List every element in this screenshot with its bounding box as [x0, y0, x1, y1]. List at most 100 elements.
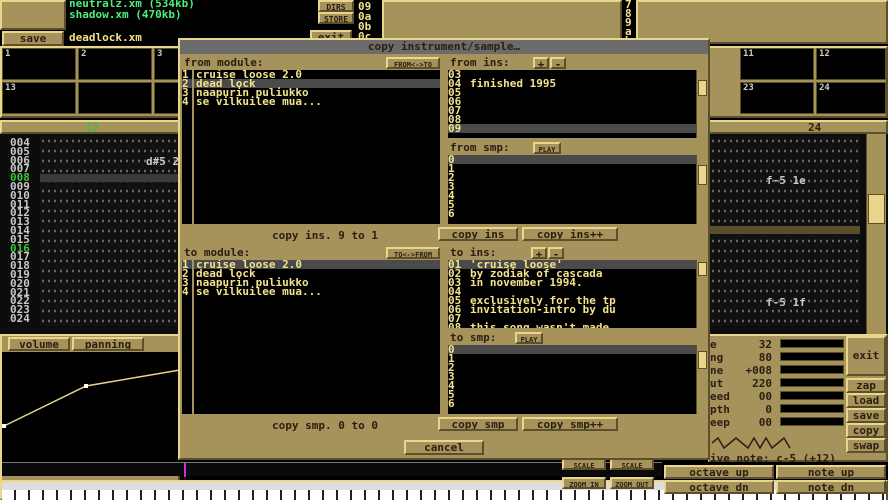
- scope-13[interactable]: 13: [2, 82, 76, 114]
- from-smp-item[interactable]: 0: [448, 155, 696, 165]
- to-ins-plus-button[interactable]: +: [531, 247, 547, 259]
- param-row[interactable]: eep 00: [710, 416, 846, 429]
- from-smp-item[interactable]: 2: [448, 172, 696, 183]
- from-module-item[interactable]: 4 se vilkuilee mua...: [182, 96, 440, 107]
- list-separator: [192, 70, 194, 224]
- scope-23[interactable]: 23: [740, 82, 814, 114]
- scope-11[interactable]: 11: [740, 48, 814, 80]
- to-smp-list[interactable]: 0123456: [448, 345, 696, 414]
- save-button[interactable]: save: [2, 31, 64, 46]
- from-smp-item[interactable]: 3: [448, 181, 696, 192]
- zoom-out-button[interactable]: ZOOM OUT: [610, 477, 654, 489]
- from-smp-scrollbar[interactable]: [696, 155, 708, 224]
- to-module-item[interactable]: 4 se vilkuilee mua...: [182, 286, 440, 297]
- envelope-graph[interactable]: [2, 352, 181, 462]
- to-smp-item[interactable]: 2: [448, 362, 696, 373]
- copy-ins-plusplus-button[interactable]: copy ins++: [522, 227, 618, 241]
- to-smp-item[interactable]: 3: [448, 371, 696, 382]
- copy-ins-button[interactable]: copy ins: [438, 227, 518, 241]
- to-ins-item[interactable]: 06 invitation-intro by du: [448, 304, 696, 315]
- zoom-in-button[interactable]: ZOOM IN: [562, 477, 606, 489]
- copy-smp-plusplus-button[interactable]: copy smp++: [522, 417, 618, 431]
- exit-button[interactable]: exit: [846, 336, 886, 376]
- to-ins-scrollbar[interactable]: [696, 260, 708, 328]
- swap-button[interactable]: swap: [846, 438, 886, 453]
- from-smp-item[interactable]: 6: [448, 208, 696, 219]
- scope-12[interactable]: 12: [816, 48, 886, 80]
- from-smp-item[interactable]: 5: [448, 199, 696, 210]
- to-smp-play-button[interactable]: PLAY: [515, 332, 543, 344]
- note-up-button[interactable]: note up: [776, 465, 886, 479]
- from-ins-item[interactable]: 06: [448, 96, 696, 107]
- cancel-button[interactable]: cancel: [404, 440, 484, 455]
- to-ins-item[interactable]: 03 in november 1994.: [448, 276, 696, 289]
- scope-1[interactable]: 1: [2, 48, 76, 80]
- to-smp-item[interactable]: 1: [448, 353, 696, 364]
- param-row[interactable]: ng 80: [710, 351, 846, 364]
- from-ins-plus-button[interactable]: +: [533, 57, 549, 69]
- from-smp-play-button[interactable]: PLAY: [533, 142, 561, 154]
- param-slider[interactable]: [780, 391, 844, 400]
- from-ins-item[interactable]: 04 finished 1995: [448, 78, 696, 89]
- from-ins-minus-button[interactable]: -: [550, 57, 566, 69]
- param-value: 00: [758, 390, 772, 403]
- note-dn-button[interactable]: note dn: [776, 480, 886, 494]
- tab-panning[interactable]: panning: [72, 337, 144, 351]
- to-smp-item[interactable]: 0: [448, 345, 696, 355]
- octave-up-button[interactable]: octave up: [664, 465, 774, 479]
- file-list[interactable]: neutralz.xm (534kb) shadow.xm (470kb): [66, 0, 306, 26]
- copy-button[interactable]: copy: [846, 423, 886, 438]
- store-button[interactable]: STORE: [318, 12, 354, 24]
- to-ins-text: in november 1994.: [470, 276, 583, 289]
- scope-15[interactable]: [154, 82, 180, 114]
- param-slider[interactable]: [780, 365, 844, 374]
- to-smp-item[interactable]: 6: [448, 398, 696, 409]
- from-smp-item[interactable]: 1: [448, 163, 696, 174]
- from-ins-scrollbar[interactable]: [696, 70, 708, 138]
- from-ins-item[interactable]: 09: [448, 123, 696, 134]
- note-cell[interactable]: f-5 1e: [766, 174, 806, 187]
- waveform-selector[interactable]: [710, 436, 844, 450]
- param-slider[interactable]: [780, 339, 844, 348]
- dirs-button[interactable]: DIRS: [318, 0, 354, 12]
- from-ins-list[interactable]: 03 04 finished 1995 05 06 07 08 09: [448, 70, 696, 138]
- param-row[interactable]: ne +008: [710, 364, 846, 377]
- from-ins-item[interactable]: 07: [448, 105, 696, 116]
- to-ins-item[interactable]: 08 this song wasn't made: [448, 322, 696, 328]
- tab-volume[interactable]: volume: [8, 337, 70, 351]
- from-module-list[interactable]: 1 cruise loose 2.0 2 dead lock 3 naapurin pul…: [182, 70, 440, 224]
- octave-dn-button[interactable]: octave dn: [664, 480, 774, 494]
- scope-3[interactable]: 3: [154, 48, 180, 80]
- from-smp-list[interactable]: 0123456: [448, 155, 696, 224]
- to-smp-item[interactable]: 5: [448, 389, 696, 400]
- from-to-swap-button[interactable]: FROM<->TO: [386, 57, 440, 69]
- from-smp-item[interactable]: 4: [448, 190, 696, 201]
- file-item[interactable]: shadow.xm (470kb): [69, 8, 182, 21]
- param-row[interactable]: e 32: [710, 338, 846, 351]
- to-smp-item[interactable]: 4: [448, 380, 696, 391]
- to-ins-minus-button[interactable]: -: [548, 247, 564, 259]
- to-from-swap-button[interactable]: TO<->FROM: [386, 247, 440, 259]
- param-slider[interactable]: [780, 352, 844, 361]
- note-cell[interactable]: f-5 1f: [766, 296, 806, 309]
- to-ins-list[interactable]: 01'cruise loose' 02 by zodiak of cascada 03…: [448, 260, 696, 328]
- from-ins-item[interactable]: 08: [448, 114, 696, 125]
- dialog-title-bar[interactable]: copy instrument/sample…: [180, 40, 708, 54]
- param-slider[interactable]: [780, 417, 844, 426]
- copy-smp-button[interactable]: copy smp: [438, 417, 518, 431]
- param-row[interactable]: pth 0: [710, 403, 846, 416]
- load-button[interactable]: load: [846, 393, 886, 408]
- param-slider[interactable]: [780, 404, 844, 413]
- note-cell[interactable]: d#5 2: [146, 155, 179, 168]
- param-row[interactable]: ut 220: [710, 377, 846, 390]
- to-module-list[interactable]: 1 cruise loose 2.0 2 dead lock 3 naapurin pul…: [182, 260, 440, 414]
- zap-button[interactable]: zap: [846, 378, 886, 393]
- param-row[interactable]: eed 00: [710, 390, 846, 403]
- to-smp-scrollbar[interactable]: [696, 345, 708, 414]
- scope-24[interactable]: 24: [816, 82, 886, 114]
- save-instrument-button[interactable]: save: [846, 408, 886, 423]
- pattern-scrollbar-right[interactable]: [866, 134, 886, 334]
- param-slider[interactable]: [780, 378, 844, 387]
- scope-2[interactable]: 2: [78, 48, 152, 80]
- scope-14[interactable]: [78, 82, 152, 114]
